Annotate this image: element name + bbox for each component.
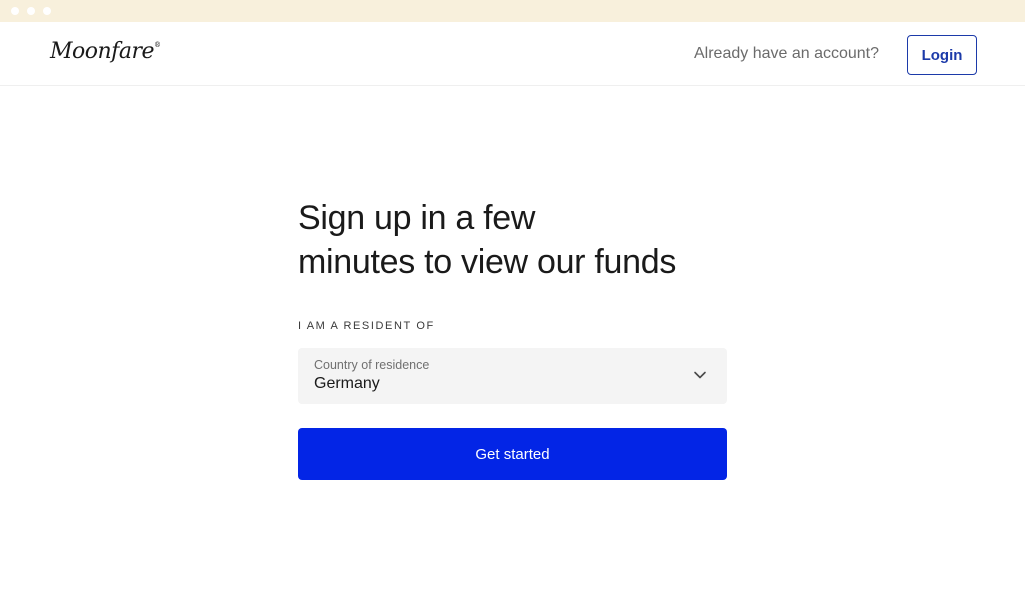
window-dot-minimize[interactable] — [27, 7, 35, 15]
get-started-button[interactable]: Get started — [298, 428, 727, 480]
site-header: Moonfare® Already have an account? Login — [0, 22, 1025, 86]
login-button[interactable]: Login — [907, 35, 977, 75]
brand-logo[interactable]: Moonfare® — [50, 39, 161, 64]
account-prompt: Already have an account? — [694, 45, 880, 62]
brand-name: Moonfare — [50, 39, 154, 64]
country-select[interactable]: Country of residence Germany — [298, 348, 727, 404]
resident-label: I AM A RESIDENT OF — [298, 320, 435, 332]
page-title: Sign up in a few minutes to view our fun… — [298, 196, 758, 284]
page-title-line-2: minutes to view our funds — [298, 243, 677, 281]
country-select-value: Germany — [314, 375, 380, 392]
page-title-line-1: Sign up in a few — [298, 199, 536, 237]
window-dot-close[interactable] — [11, 7, 19, 15]
chevron-down-icon — [694, 371, 706, 379]
registered-mark: ® — [153, 41, 161, 49]
window-chrome — [0, 0, 1025, 22]
window-dot-maximize[interactable] — [43, 7, 51, 15]
country-select-label: Country of residence — [314, 358, 430, 372]
